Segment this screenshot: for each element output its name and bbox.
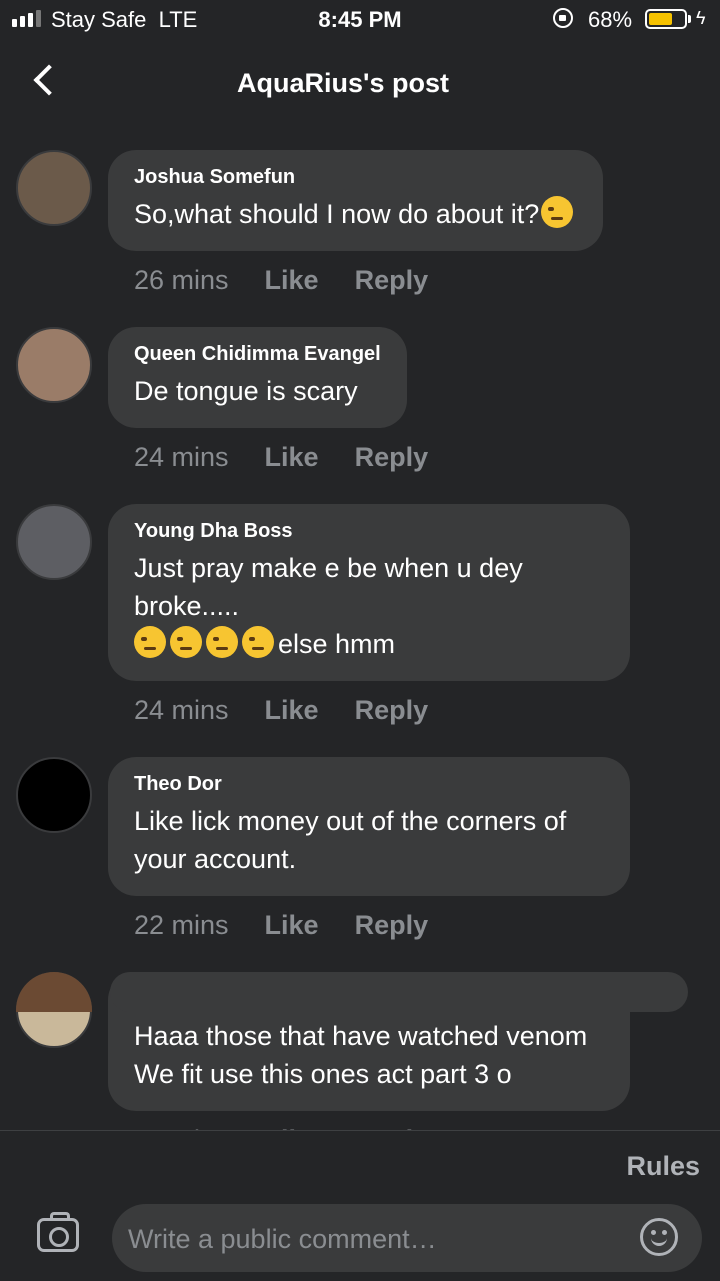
battery-icon: [645, 9, 687, 29]
camera-icon[interactable]: [37, 1212, 79, 1252]
charging-icon: ϟ: [696, 8, 706, 28]
post-header: AquaRius's post: [0, 55, 720, 115]
comment-text-block: De tongue is scary: [134, 372, 381, 410]
comment-author[interactable]: Theo Dor: [134, 773, 604, 796]
emoji-icon: [541, 196, 574, 228]
comment-meta: 26 mins Like Reply: [108, 265, 720, 305]
comment-input[interactable]: [126, 1204, 630, 1274]
avatar[interactable]: [16, 757, 92, 833]
battery-tip: [688, 15, 691, 23]
avatar[interactable]: [16, 327, 92, 403]
comment-item: Queen Chidimma Evangel De tongue is scary…: [0, 327, 720, 482]
comment-item: Joshua Somefun So,what should I now do ab…: [0, 150, 720, 305]
like-button[interactable]: Like: [265, 695, 319, 725]
like-button[interactable]: Like: [265, 442, 319, 472]
smiley-icon[interactable]: [640, 1218, 678, 1256]
rules-link[interactable]: Rules: [626, 1151, 700, 1182]
comment-author[interactable]: Young Dha Boss: [134, 520, 604, 543]
emoji-icon: [206, 626, 238, 658]
comment-text: So,what should I now do about it?: [134, 199, 540, 229]
comment-text: Just pray make e be when u dey broke....…: [134, 553, 523, 621]
rotation-lock-icon: [553, 8, 573, 28]
comment-text-block: Haaa those that have watched venom We fi…: [134, 1017, 604, 1093]
reply-button[interactable]: Reply: [355, 910, 429, 940]
comment-author[interactable]: Joshua Somefun: [134, 166, 577, 189]
reply-button[interactable]: Reply: [355, 695, 429, 725]
comment-text-continued: else hmm: [278, 629, 396, 659]
comment-input-container[interactable]: [112, 1204, 702, 1274]
comment-meta: 24 mins Like Reply: [108, 695, 720, 735]
comment-bubble: [110, 972, 688, 1012]
comment-text: Haaa those that have watched venom We fi…: [134, 1021, 588, 1089]
comment-time: 22 mins: [134, 910, 229, 940]
comment-meta: 22 mins Like Reply: [108, 910, 720, 950]
reply-button[interactable]: Reply: [355, 442, 429, 472]
emoji-icon: [170, 626, 202, 658]
comment-bubble[interactable]: Queen Chidimma Evangel De tongue is scary: [108, 327, 407, 428]
comment-bubble[interactable]: Young Dha Boss Just pray make e be when u…: [108, 504, 630, 681]
comment-author[interactable]: Queen Chidimma Evangel: [134, 343, 381, 366]
comment-time: 24 mins: [134, 442, 229, 472]
avatar[interactable]: [16, 150, 92, 226]
comment-item: Young Dha Boss Just pray make e be when u…: [0, 504, 720, 735]
page-title: AquaRius's post: [237, 68, 449, 98]
comment-text: De tongue is scary: [134, 376, 358, 406]
comment-time: 24 mins: [134, 695, 229, 725]
comment-text: Like lick money out of the corners of yo…: [134, 806, 567, 874]
comment-item: Theo Dor Like lick money out of the corne…: [0, 757, 720, 950]
comment-text-block: Like lick money out of the corners of yo…: [134, 802, 604, 878]
battery-percent: 68%: [588, 7, 633, 32]
comment-bubble[interactable]: Joshua Somefun So,what should I now do ab…: [108, 150, 604, 251]
like-button[interactable]: Like: [265, 265, 319, 295]
emoji-icon: [134, 626, 166, 658]
emoji-icon: [242, 626, 274, 658]
avatar[interactable]: [16, 504, 92, 580]
comment-text-block: Just pray make e be when u dey broke....…: [134, 549, 604, 663]
comment-meta: 24 mins Like Reply: [108, 442, 720, 482]
like-button[interactable]: Like: [265, 910, 319, 940]
comment-composer: Rules: [0, 1130, 720, 1281]
comment-time: 26 mins: [134, 265, 229, 295]
battery-fill: [649, 13, 673, 25]
reply-button[interactable]: Reply: [355, 265, 429, 295]
comment-bubble[interactable]: Theo Dor Like lick money out of the corne…: [108, 757, 630, 896]
comment-text-block: So,what should I now do about it?: [134, 195, 577, 233]
status-bar: Stay Safe LTE 8:45 PM 68% ϟ: [0, 0, 720, 40]
